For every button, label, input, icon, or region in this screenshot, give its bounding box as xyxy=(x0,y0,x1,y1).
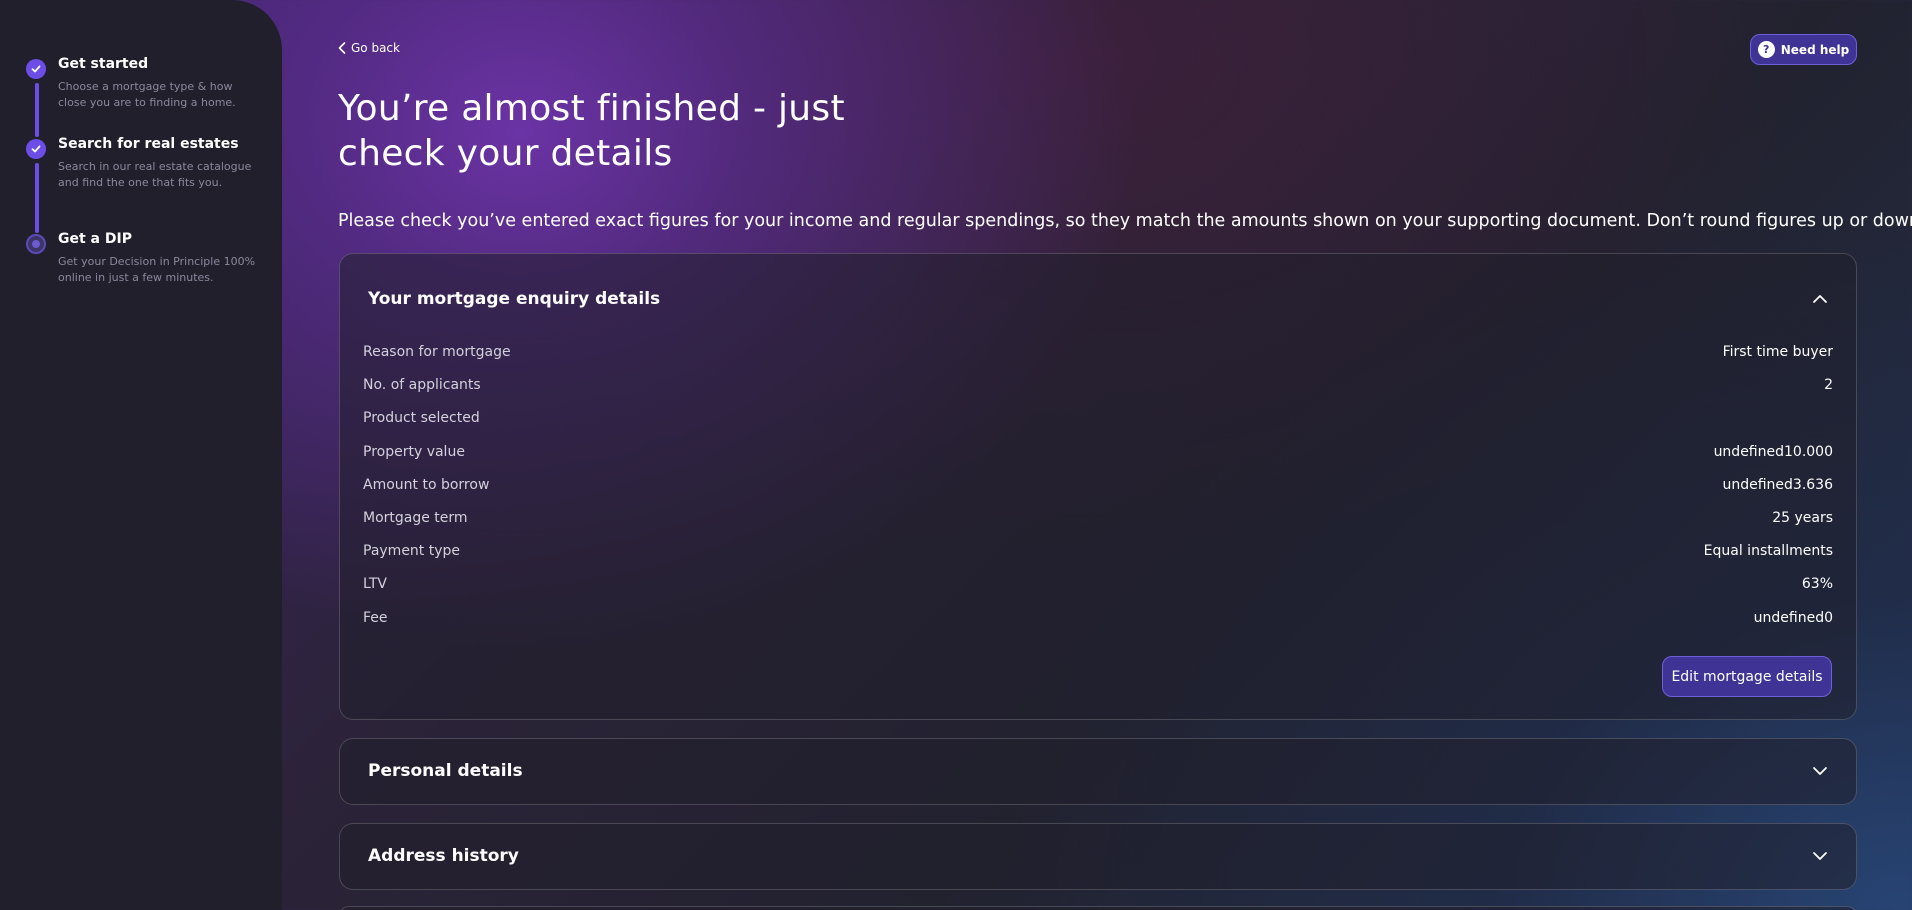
chevron-down-icon[interactable] xyxy=(1812,766,1828,776)
detail-row-ltv: LTV 63% xyxy=(363,576,1833,609)
detail-label: Property value xyxy=(363,443,465,460)
detail-value: 2 xyxy=(1824,377,1833,394)
detail-row-payment-type: Payment type Equal installments xyxy=(363,543,1833,576)
current-step-icon xyxy=(26,234,46,254)
step-connector xyxy=(35,163,39,233)
step-description: Search in our real estate catalogue and … xyxy=(58,160,252,189)
detail-value: First time buyer xyxy=(1722,344,1833,360)
need-help-label: Need help xyxy=(1780,42,1850,57)
detail-row-reason: Reason for mortgage First time buyer xyxy=(363,344,1833,377)
panel-title: Personal details xyxy=(368,761,523,781)
check-icon xyxy=(26,139,46,159)
mortgage-enquiry-header[interactable]: Your mortgage enquiry details xyxy=(368,289,1828,309)
detail-value: 63% xyxy=(1801,576,1833,593)
address-history-panel: Address history xyxy=(339,823,1857,890)
panel-title: Address history xyxy=(368,846,519,866)
detail-row-applicants: No. of applicants 2 xyxy=(363,377,1833,410)
detail-label: Payment type xyxy=(363,543,461,560)
help-icon: ? xyxy=(1757,41,1775,58)
need-help-button[interactable]: ? Need help xyxy=(1750,34,1857,65)
detail-row-term: Mortgage term 25 years xyxy=(363,510,1833,543)
detail-label: No. of applicants xyxy=(363,377,481,394)
step-title: Get a DIP xyxy=(58,231,132,247)
next-section-panel xyxy=(339,906,1857,910)
chevron-left-icon xyxy=(338,42,346,54)
mortgage-enquiry-panel: Your mortgage enquiry details Reason for… xyxy=(339,253,1857,720)
intro-text: Please check you’ve entered exact figure… xyxy=(338,211,1912,231)
detail-label: Fee xyxy=(363,609,388,626)
detail-label: Product selected xyxy=(363,410,480,427)
step-title: Search for real estates xyxy=(58,136,239,152)
check-icon xyxy=(26,59,46,79)
detail-value: Equal installments xyxy=(1703,543,1833,560)
detail-label: Reason for mortgage xyxy=(363,344,511,360)
detail-row-amount-borrow: Amount to borrow undefined3.636 xyxy=(363,477,1833,510)
address-history-header[interactable]: Address history xyxy=(368,846,1828,866)
chevron-up-icon[interactable] xyxy=(1812,294,1828,304)
edit-mortgage-details-button[interactable]: Edit mortgage details xyxy=(1662,656,1832,697)
step-description: Choose a mortgage type & how close you a… xyxy=(58,80,236,109)
go-back-link[interactable]: Go back xyxy=(338,41,400,55)
step-title: Get started xyxy=(58,56,149,72)
personal-details-header[interactable]: Personal details xyxy=(368,761,1828,781)
chevron-down-icon[interactable] xyxy=(1812,851,1828,861)
detail-label: Mortgage term xyxy=(363,509,468,526)
go-back-label: Go back xyxy=(351,41,400,55)
detail-value: undefined10.000 xyxy=(1713,443,1833,460)
detail-value: undefined3.636 xyxy=(1722,476,1833,493)
detail-row-product: Product selected xyxy=(363,410,1833,443)
detail-row-property-value: Property value undefined10.000 xyxy=(363,444,1833,477)
personal-details-panel: Personal details xyxy=(339,738,1857,805)
progress-sidebar: Get started Choose a mortgage type & how… xyxy=(0,0,282,910)
detail-row-fee: Fee undefined0 xyxy=(363,610,1833,643)
panel-title: Your mortgage enquiry details xyxy=(368,289,661,309)
detail-value: undefined0 xyxy=(1753,609,1833,626)
step-connector xyxy=(35,83,39,137)
detail-label: LTV xyxy=(363,576,388,593)
step-description: Get your Decision in Principle 100% onli… xyxy=(58,255,256,284)
detail-value: 25 years xyxy=(1772,509,1833,526)
detail-label: Amount to borrow xyxy=(363,476,490,493)
page-title: You’re almost finished - just check your… xyxy=(338,88,845,174)
mortgage-details-list: Reason for mortgage First time buyer No.… xyxy=(363,344,1833,643)
